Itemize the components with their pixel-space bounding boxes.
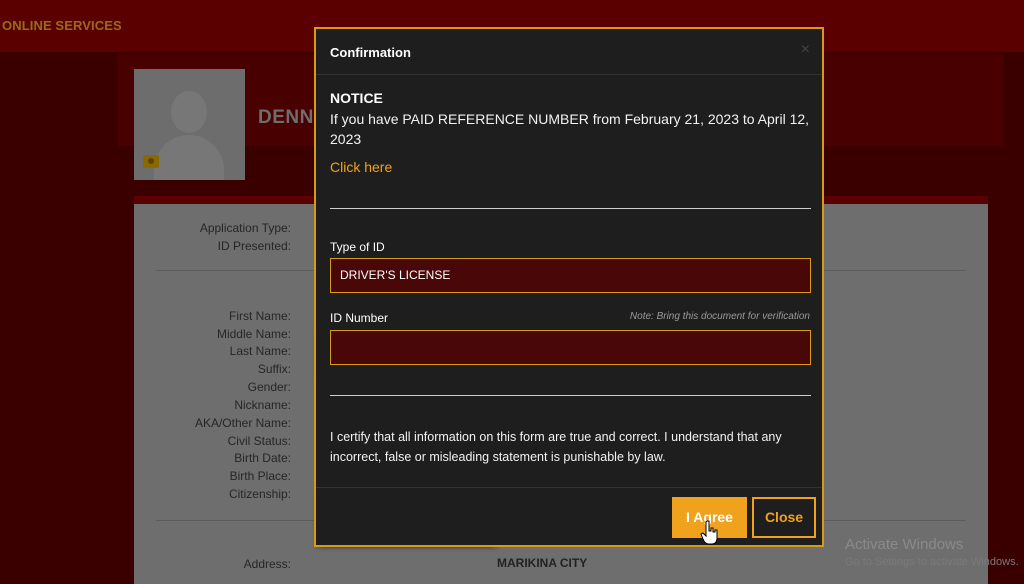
label-aka: AKA/Other Name: (194, 416, 291, 430)
notice-text: If you have PAID REFERENCE NUMBER from F… (330, 111, 810, 147)
activate-windows-watermark: Activate Windows (845, 536, 964, 553)
label-civil-status: Civil Status: (227, 434, 291, 448)
modal-title: Confirmation (330, 45, 411, 60)
brand-title[interactable]: ONLINE SERVICES (2, 18, 122, 33)
type-of-id-label: Type of ID (330, 240, 385, 254)
id-number-label: ID Number (330, 311, 389, 325)
click-here-link[interactable]: Click here (330, 159, 392, 175)
label-suffix: Suffix: (257, 362, 291, 376)
label-application-type: Application Type: (199, 221, 291, 235)
confirmation-modal: Confirmation × NOTICE If you have PAID R… (314, 27, 824, 547)
label-first-name: First Name: (228, 309, 291, 323)
close-icon[interactable]: × (801, 41, 810, 59)
label-address: Address: (243, 557, 291, 571)
avatar-shoulders-shape (154, 135, 224, 180)
close-button[interactable]: Close (752, 497, 816, 538)
modal-footer-divider (316, 487, 822, 488)
id-number-input[interactable] (330, 330, 811, 365)
label-last-name: Last Name: (229, 344, 291, 358)
profile-name: DENN (258, 107, 314, 128)
address-value: MARIKINA CITY (497, 556, 588, 570)
divider (330, 395, 811, 396)
activate-windows-subtext: Go to Settings to activate Windows. (845, 556, 1019, 568)
hand-cursor-icon (700, 520, 718, 545)
label-id-presented: ID Presented: (217, 239, 291, 253)
label-nickname: Nickname: (234, 398, 291, 412)
notice-title: NOTICE (330, 90, 383, 106)
modal-header: Confirmation × (316, 29, 822, 75)
label-birth-date: Birth Date: (234, 451, 291, 465)
label-gender: Gender: (247, 380, 291, 394)
camera-icon[interactable] (143, 155, 159, 168)
label-citizenship: Citizenship: (228, 487, 291, 501)
avatar-head-shape (171, 91, 207, 133)
id-number-note: Note: Bring this document for verificati… (629, 311, 810, 322)
label-birth-place: Birth Place: (229, 469, 291, 483)
certification-text: I certify that all information on this f… (330, 430, 782, 464)
type-of-id-select[interactable]: DRIVER'S LICENSE (330, 258, 811, 293)
label-middle-name: Middle Name: (216, 327, 291, 341)
divider (330, 208, 811, 209)
